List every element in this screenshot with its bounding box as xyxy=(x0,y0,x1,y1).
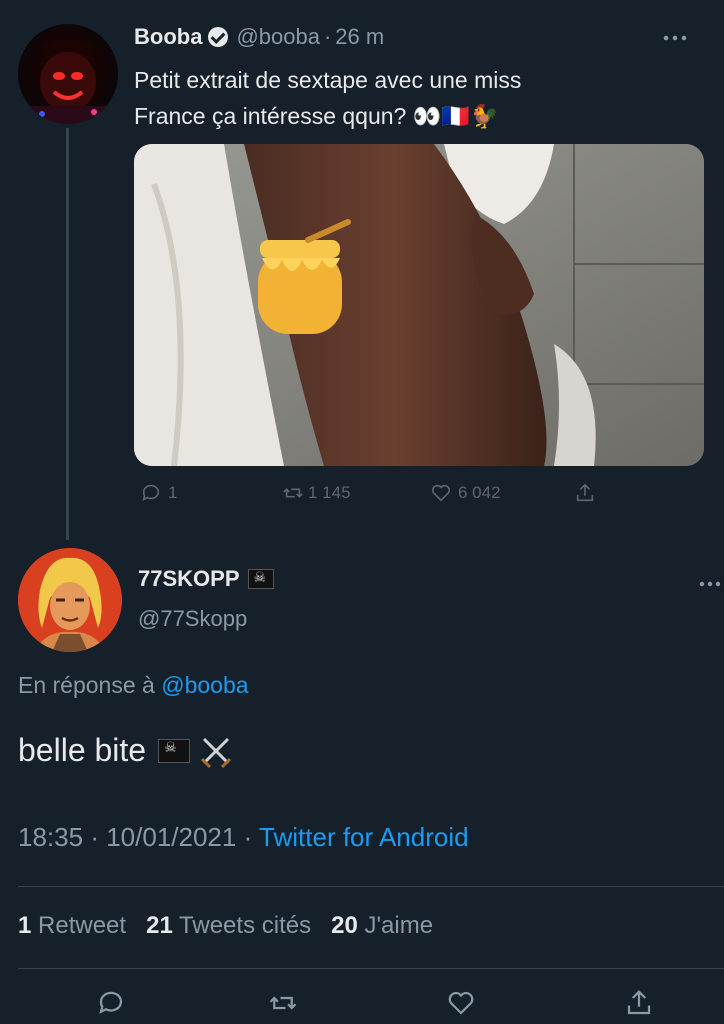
retweets-stat[interactable]: 1 Retweet xyxy=(18,912,126,939)
meta-separator: · xyxy=(243,822,253,852)
reply-author-handle[interactable]: @77Skopp xyxy=(138,606,247,632)
like-icon xyxy=(448,991,474,1015)
quotes-num: 21 xyxy=(146,912,173,939)
crossed-swords-icon xyxy=(201,737,232,768)
tweet-media[interactable] xyxy=(134,144,704,466)
author-handle[interactable]: @booba xyxy=(236,24,320,50)
divider xyxy=(18,886,724,887)
like-button[interactable] xyxy=(446,988,476,1023)
divider xyxy=(18,968,724,969)
retweet-icon xyxy=(269,996,297,1010)
reply-author-name[interactable]: 77SKOPP xyxy=(138,566,240,592)
quotes-label: Tweets cités xyxy=(179,912,312,939)
tweet-time[interactable]: 26 m xyxy=(335,24,384,50)
tweet-text-line: Petit extrait de sextape avec une miss xyxy=(134,67,522,93)
pirate-flag-icon xyxy=(158,738,191,763)
like-count: 6 042 xyxy=(458,483,501,502)
tweet-source-link[interactable]: Twitter for Android xyxy=(259,822,469,852)
reply-author-name-row: 77SKOPP xyxy=(138,566,274,592)
quotes-stat[interactable]: 21 Tweets cités xyxy=(146,912,311,939)
tweet-text-line: France ça intéresse qqun? 👀🇫🇷🐓 xyxy=(134,103,499,129)
tweet-text: Petit extrait de sextape avec une miss F… xyxy=(134,62,694,134)
meta-separator: · xyxy=(90,822,99,852)
reply-icon xyxy=(142,484,160,501)
tweet-header: Booba @booba · 26 m xyxy=(134,24,384,50)
booba-avatar[interactable] xyxy=(18,24,118,124)
thread-line xyxy=(66,128,69,540)
reply-action[interactable]: 1 xyxy=(140,482,177,504)
retweet-action[interactable]: 1 145 xyxy=(282,482,351,504)
retweet-count: 1 145 xyxy=(308,483,351,502)
retweets-num: 1 xyxy=(18,912,32,939)
likes-label: J'aime xyxy=(364,912,434,939)
like-icon xyxy=(431,484,451,502)
author-name[interactable]: Booba xyxy=(134,24,202,50)
share-action[interactable] xyxy=(574,482,596,504)
reply-icon xyxy=(99,991,123,1014)
like-action[interactable]: 6 042 xyxy=(430,482,501,504)
engagement-stats: 1 Retweet 21 Tweets cités 20 J'aime xyxy=(18,912,433,940)
header-separator: · xyxy=(323,24,332,49)
share-icon xyxy=(627,990,651,1015)
likes-num: 20 xyxy=(331,912,358,939)
share-button[interactable] xyxy=(624,988,654,1023)
tweet-time[interactable]: 18:35 xyxy=(18,822,83,852)
tweet-meta: 18:35 · 10/01/2021 · Twitter for Android xyxy=(18,822,469,853)
verified-badge-icon xyxy=(208,27,229,47)
tweet-date[interactable]: 10/01/2021 xyxy=(106,822,236,852)
share-icon xyxy=(576,483,594,502)
retweet-icon xyxy=(283,488,303,498)
reply-text: belle bite xyxy=(18,732,147,768)
more-icon[interactable] xyxy=(698,568,722,594)
reply-context: En réponse à @booba xyxy=(18,672,249,699)
more-icon[interactable] xyxy=(662,22,688,48)
reply-count: 1 xyxy=(168,483,178,502)
reply-button[interactable] xyxy=(96,988,126,1023)
reply-prefix: En réponse à xyxy=(18,672,155,698)
retweet-button[interactable] xyxy=(268,988,298,1023)
skopp-avatar[interactable] xyxy=(18,548,122,652)
retweets-label: Retweet xyxy=(38,912,127,939)
pirate-flag-icon xyxy=(247,569,274,589)
likes-stat[interactable]: 20 J'aime xyxy=(331,912,433,939)
reply-text-row: belle bite xyxy=(18,732,234,769)
reply-to-link[interactable]: @booba xyxy=(161,672,248,698)
